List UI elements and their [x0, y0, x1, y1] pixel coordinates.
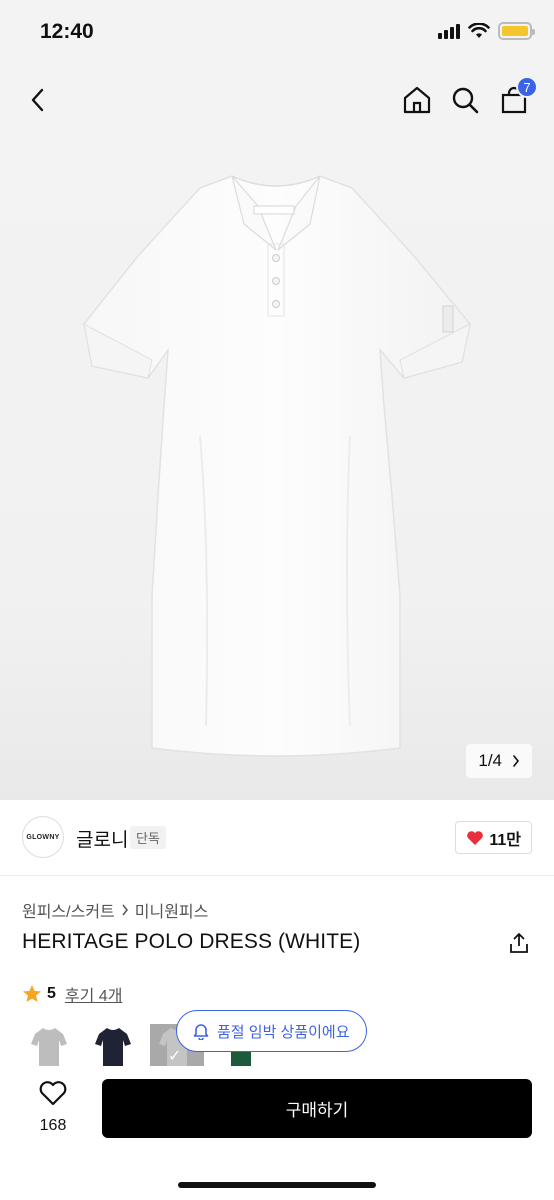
- status-bar: 12:40: [0, 0, 554, 64]
- polo-thumbnail-navy: [95, 1028, 131, 1066]
- brand-logo[interactable]: GLOWNY: [22, 816, 64, 858]
- wishlist-button[interactable]: 168: [22, 1080, 84, 1135]
- back-button[interactable]: [20, 82, 56, 118]
- product-image: [83, 175, 471, 757]
- bell-icon: [193, 1024, 209, 1040]
- breadcrumb-subcategory[interactable]: 미니원피스: [135, 898, 209, 922]
- search-icon: [452, 87, 479, 114]
- signal-icon: [438, 23, 460, 39]
- heart-outline-icon: [39, 1081, 67, 1106]
- swatch-navy[interactable]: [86, 1024, 140, 1066]
- share-icon: [510, 933, 528, 953]
- wifi-icon: [468, 23, 490, 38]
- home-button[interactable]: [399, 82, 435, 118]
- rating-score: 5: [47, 985, 56, 1002]
- search-button[interactable]: [447, 82, 483, 118]
- swatch-grey[interactable]: [22, 1024, 76, 1066]
- bottom-action-bar: 168 구매하기: [0, 1066, 554, 1200]
- toast-text: 품절 임박 상품이에요: [217, 1023, 350, 1041]
- status-time: 12:40: [40, 20, 94, 43]
- image-counter-text: 1/4: [478, 751, 502, 770]
- battery-icon: [498, 22, 535, 40]
- brand-like-button[interactable]: 11만: [455, 821, 532, 854]
- share-button[interactable]: [508, 932, 530, 954]
- brand-logo-text: GLOWNY: [26, 833, 60, 841]
- breadcrumb: 원피스/스커트 미니원피스: [22, 898, 208, 922]
- status-icons: [438, 22, 535, 40]
- heart-icon: [467, 830, 484, 845]
- cart-count-badge: 7: [516, 76, 538, 98]
- chevron-right-icon: [513, 755, 520, 767]
- polo-thumbnail-grey: [31, 1028, 67, 1066]
- cart-button[interactable]: 7: [496, 76, 538, 118]
- home-icon: [403, 86, 431, 114]
- wishlist-count: 168: [39, 1117, 67, 1134]
- image-counter[interactable]: 1/4: [466, 744, 532, 778]
- brand-row: GLOWNY 글로니 단독 11만: [0, 800, 554, 876]
- exclusive-badge: 단독: [130, 826, 166, 849]
- product-image-gallery[interactable]: 1/4: [0, 136, 554, 800]
- rating-row: 5 후기 4개: [22, 982, 122, 1006]
- home-indicator: [178, 1182, 376, 1188]
- brand-like-count: 11만: [489, 831, 521, 849]
- top-nav: 7: [0, 64, 554, 136]
- checkmark-icon: ✓: [168, 1048, 182, 1065]
- breadcrumb-category[interactable]: 원피스/스커트: [22, 898, 115, 922]
- product-title: HERITAGE POLO DRESS (WHITE): [22, 930, 361, 953]
- brand-name[interactable]: 글로니: [76, 825, 128, 852]
- chevron-right-icon: [122, 904, 128, 916]
- chevron-left-icon: [31, 88, 44, 112]
- star-icon: [23, 985, 41, 1002]
- buy-button[interactable]: 구매하기: [102, 1079, 532, 1138]
- low-stock-toast: 품절 임박 상품이에요: [176, 1010, 367, 1052]
- review-count-link[interactable]: 후기 4개: [65, 982, 123, 1006]
